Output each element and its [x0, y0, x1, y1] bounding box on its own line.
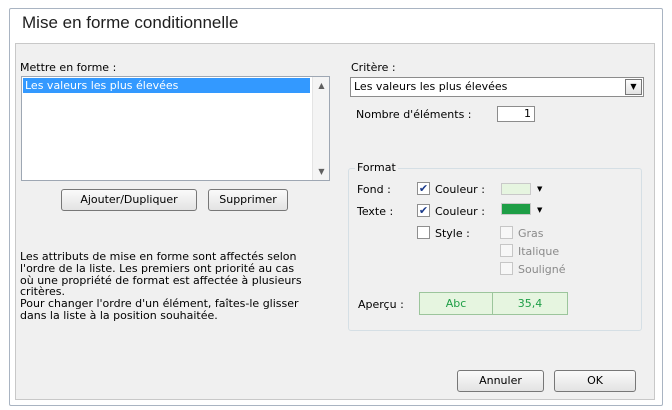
preview-number-cell: 35,4 [492, 292, 568, 315]
count-label: Nombre d'éléments : [356, 108, 472, 121]
info-line: l'ordre de la liste. Les premiers ont pr… [20, 261, 295, 275]
underline-label: Souligné [518, 263, 566, 276]
style-label: Style : [435, 227, 470, 240]
check-icon: ✔ [418, 182, 429, 195]
info-text: Les attributs de mise en forme sont affe… [20, 251, 320, 322]
delete-button[interactable]: Supprimer [208, 189, 288, 211]
count-input[interactable]: 1 [497, 106, 535, 122]
title-bar: Mise en forme conditionnelle [10, 9, 662, 39]
text-label: Texte : [357, 205, 394, 218]
check-icon: ✔ [418, 204, 429, 217]
criteria-select[interactable]: Les valeurs les plus élevées ▼ [350, 77, 644, 97]
fill-color-dropdown-icon[interactable]: ▼ [537, 185, 542, 193]
cancel-button[interactable]: Annuler [457, 370, 544, 392]
ok-button[interactable]: OK [554, 370, 636, 392]
list-item[interactable]: Les valeurs les plus élevées [23, 78, 310, 93]
text-color-swatch[interactable] [501, 203, 531, 215]
fill-color-swatch[interactable] [501, 183, 531, 195]
list-label: Mettre en forme : [20, 61, 117, 74]
fill-label: Fond : [357, 183, 391, 196]
format-group-label: Format [355, 161, 398, 174]
rules-listbox[interactable]: Les valeurs les plus élevées ▲ ▼ [21, 76, 330, 181]
list-scrollbar[interactable]: ▲ ▼ [312, 77, 329, 180]
preview-label: Aperçu : [358, 298, 404, 311]
scroll-up-icon[interactable]: ▲ [313, 77, 330, 94]
fill-color-checkbox[interactable]: ✔ [417, 182, 430, 195]
style-checkbox[interactable] [417, 226, 430, 239]
criteria-label: Critère : [351, 61, 396, 74]
dialog-title: Mise en forme conditionnelle [22, 13, 239, 32]
info-line: où une propriété de format est affectée … [20, 273, 302, 287]
text-color-checkbox[interactable]: ✔ [417, 204, 430, 217]
preview-text-cell: Abc [419, 292, 493, 315]
italic-label: Italique [518, 245, 560, 258]
bold-label: Gras [518, 227, 544, 240]
fill-color-label: Couleur : [435, 183, 485, 196]
text-color-label: Couleur : [435, 205, 485, 218]
add-duplicate-button[interactable]: Ajouter/Dupliquer [61, 189, 197, 211]
criteria-value: Les valeurs les plus élevées [354, 80, 508, 93]
info-line: dans la liste à la position souhaitée. [20, 308, 218, 322]
italic-checkbox[interactable] [500, 244, 513, 257]
scroll-down-icon[interactable]: ▼ [313, 163, 330, 180]
chevron-down-icon[interactable]: ▼ [625, 79, 642, 95]
underline-checkbox[interactable] [500, 262, 513, 275]
bold-checkbox[interactable] [500, 226, 513, 239]
text-color-dropdown-icon[interactable]: ▼ [537, 206, 542, 214]
